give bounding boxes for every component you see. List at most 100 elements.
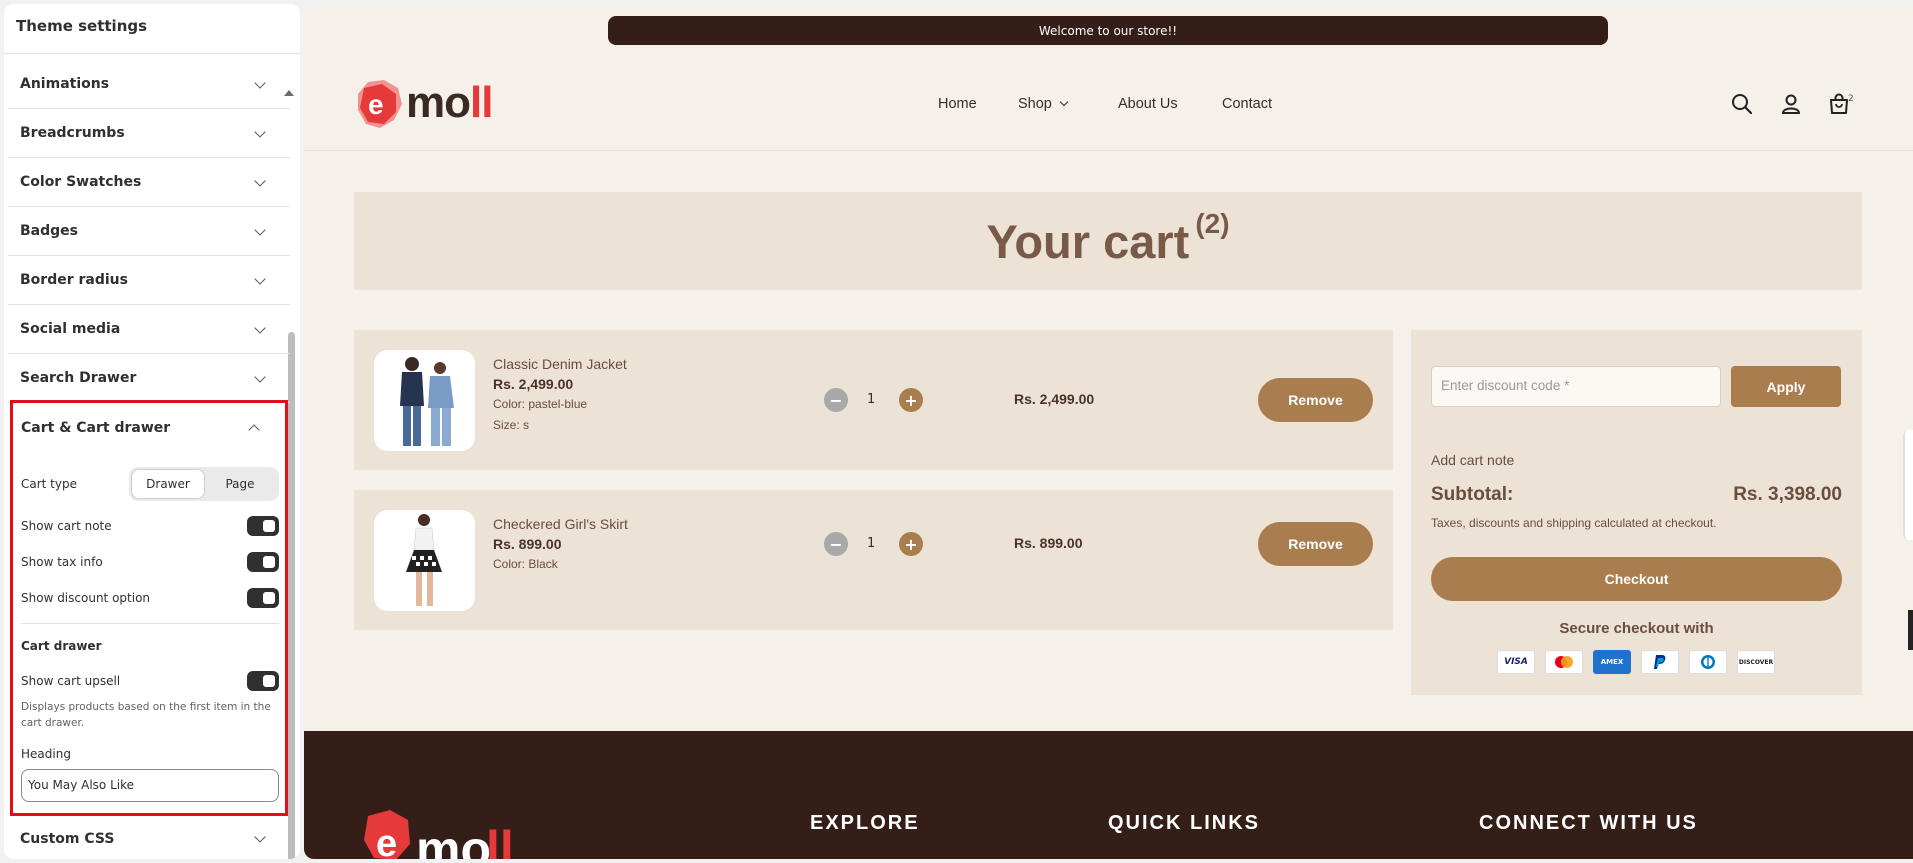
show-cart-note-toggle[interactable] bbox=[247, 516, 279, 536]
quantity-value: 1 bbox=[867, 392, 876, 407]
store-logo[interactable]: e moll bbox=[354, 78, 493, 132]
chevron-down-icon bbox=[254, 224, 266, 236]
apply-discount-button[interactable]: Apply bbox=[1731, 366, 1841, 407]
product-variant-color: Color: pastel-blue bbox=[493, 397, 588, 411]
chevron-down-icon bbox=[254, 371, 266, 383]
show-cart-note-label: Show cart note bbox=[21, 519, 112, 533]
product-name[interactable]: Classic Denim Jacket bbox=[493, 356, 627, 372]
checkout-button[interactable]: Checkout bbox=[1431, 557, 1842, 601]
header-divider bbox=[304, 150, 1913, 151]
cart-title: Your cart (2) bbox=[986, 207, 1230, 268]
line-total: Rs. 899.00 bbox=[1014, 535, 1083, 551]
side-edge-marker bbox=[1908, 610, 1913, 650]
heading-input[interactable]: You May Also Like bbox=[21, 769, 279, 802]
chevron-down-icon bbox=[1059, 97, 1069, 107]
footer-logo[interactable]: e mo ll bbox=[360, 804, 530, 859]
upsell-help-text: Displays products based on the first ite… bbox=[21, 701, 271, 729]
search-icon[interactable] bbox=[1730, 92, 1754, 116]
remove-button[interactable]: Remove bbox=[1258, 522, 1373, 566]
nav-about-us[interactable]: About Us bbox=[1118, 96, 1178, 112]
section-social-media[interactable]: Social media bbox=[8, 305, 290, 354]
logo-letter: e bbox=[368, 89, 384, 120]
section-breadcrumbs[interactable]: Breadcrumbs bbox=[8, 109, 290, 158]
quantity-increase-button[interactable]: + bbox=[899, 388, 923, 412]
theme-settings-panel: Theme settings Animations Breadcrumbs Co… bbox=[4, 4, 300, 859]
show-cart-upsell-toggle[interactable] bbox=[247, 671, 279, 691]
section-label: Border radius bbox=[20, 272, 128, 288]
nav-contact[interactable]: Contact bbox=[1222, 96, 1272, 112]
product-price: Rs. 2,499.00 bbox=[493, 376, 574, 392]
show-discount-option-label: Show discount option bbox=[21, 591, 151, 605]
cart-type-label: Cart type bbox=[21, 477, 77, 491]
quantity-value: 1 bbox=[867, 536, 876, 551]
footer-connect-heading: CONNECT WITH US bbox=[1479, 812, 1698, 834]
quantity-decrease-button[interactable]: − bbox=[824, 532, 848, 556]
nav-shop[interactable]: Shop bbox=[1018, 96, 1069, 112]
svg-text:ll: ll bbox=[486, 821, 514, 859]
show-cart-upsell-label: Show cart upsell bbox=[21, 674, 121, 688]
panel-title: Theme settings bbox=[4, 4, 300, 54]
chevron-down-icon bbox=[254, 77, 266, 89]
section-custom-css[interactable]: Custom CSS bbox=[8, 814, 290, 859]
add-cart-note-link[interactable]: Add cart note bbox=[1431, 452, 1514, 468]
product-name[interactable]: Checkered Girl's Skirt bbox=[493, 516, 628, 532]
chevron-down-icon bbox=[254, 322, 266, 334]
chevron-down-icon bbox=[254, 175, 266, 187]
scroll-thumb[interactable] bbox=[288, 332, 295, 859]
cart-item: Classic Denim Jacket Rs. 2,499.00 Color:… bbox=[354, 330, 1393, 470]
tax-note: Taxes, discounts and shipping calculated… bbox=[1431, 516, 1717, 530]
chevron-down-icon bbox=[254, 273, 266, 285]
product-image-checkered-skirt[interactable] bbox=[374, 510, 475, 611]
product-variant-size: Size: s bbox=[493, 418, 530, 432]
section-search-drawer[interactable]: Search Drawer bbox=[8, 354, 290, 403]
section-label: Custom CSS bbox=[20, 830, 115, 847]
product-price: Rs. 899.00 bbox=[493, 536, 562, 552]
svg-text:mo: mo bbox=[416, 821, 491, 859]
quantity-decrease-button[interactable]: − bbox=[824, 388, 848, 412]
secure-checkout-heading: Secure checkout with bbox=[1559, 620, 1714, 637]
quantity-increase-button[interactable]: + bbox=[899, 532, 923, 556]
cart-banner: Your cart (2) bbox=[354, 192, 1862, 290]
section-label: Cart & Cart drawer bbox=[21, 419, 171, 436]
footer-explore-heading: EXPLORE bbox=[810, 812, 920, 834]
subtotal-label: Subtotal: bbox=[1431, 484, 1514, 505]
section-label: Color Swatches bbox=[20, 174, 142, 190]
product-image-denim-jacket[interactable] bbox=[374, 350, 475, 451]
discount-code-input[interactable]: Enter discount code * bbox=[1431, 366, 1721, 407]
section-label: Breadcrumbs bbox=[20, 125, 125, 141]
nav-home[interactable]: Home bbox=[938, 96, 977, 112]
scrollbar[interactable] bbox=[284, 48, 298, 859]
amex-icon: AMEX bbox=[1593, 650, 1631, 674]
payment-icons: VISA AMEX DISCOVER bbox=[1497, 650, 1775, 674]
section-label: Search Drawer bbox=[20, 370, 137, 386]
show-tax-info-label: Show tax info bbox=[21, 555, 103, 569]
cart-type-drawer-option[interactable]: Drawer bbox=[132, 470, 204, 498]
cart-summary: Enter discount code * Apply Add cart not… bbox=[1411, 330, 1862, 695]
footer-quick-links-heading: QUICK LINKS bbox=[1108, 812, 1260, 834]
section-animations[interactable]: Animations bbox=[8, 60, 290, 109]
diners-club-icon bbox=[1689, 650, 1727, 674]
chevron-down-icon bbox=[254, 831, 266, 843]
side-drawer-edge[interactable] bbox=[1903, 430, 1913, 540]
divider bbox=[21, 623, 279, 624]
show-tax-info-toggle[interactable] bbox=[247, 552, 279, 572]
subtotal-value: Rs. 3,398.00 bbox=[1733, 484, 1842, 505]
heading-field-label: Heading bbox=[21, 747, 71, 761]
show-discount-option-toggle[interactable] bbox=[247, 588, 279, 608]
remove-button[interactable]: Remove bbox=[1258, 378, 1373, 422]
section-badges[interactable]: Badges bbox=[8, 207, 290, 256]
announcement-bar: Welcome to our store!! bbox=[608, 16, 1608, 45]
cart-type-page-option[interactable]: Page bbox=[204, 470, 276, 498]
logo-text: moll bbox=[406, 78, 493, 127]
account-icon[interactable] bbox=[1779, 92, 1803, 116]
section-border-radius[interactable]: Border radius bbox=[8, 256, 290, 305]
mastercard-icon bbox=[1545, 650, 1583, 674]
section-color-swatches[interactable]: Color Swatches bbox=[8, 158, 290, 207]
cart-settings-section: Cart & Cart drawer Cart type Drawer Page… bbox=[10, 400, 288, 816]
footer bbox=[304, 731, 1913, 859]
cart-type-segmented-control: Drawer Page bbox=[129, 467, 279, 501]
section-cart-drawer[interactable]: Cart & Cart drawer bbox=[14, 403, 284, 452]
section-label: Badges bbox=[20, 223, 78, 239]
svg-text:e: e bbox=[376, 823, 397, 859]
cart-drawer-heading: Cart drawer bbox=[21, 639, 102, 653]
